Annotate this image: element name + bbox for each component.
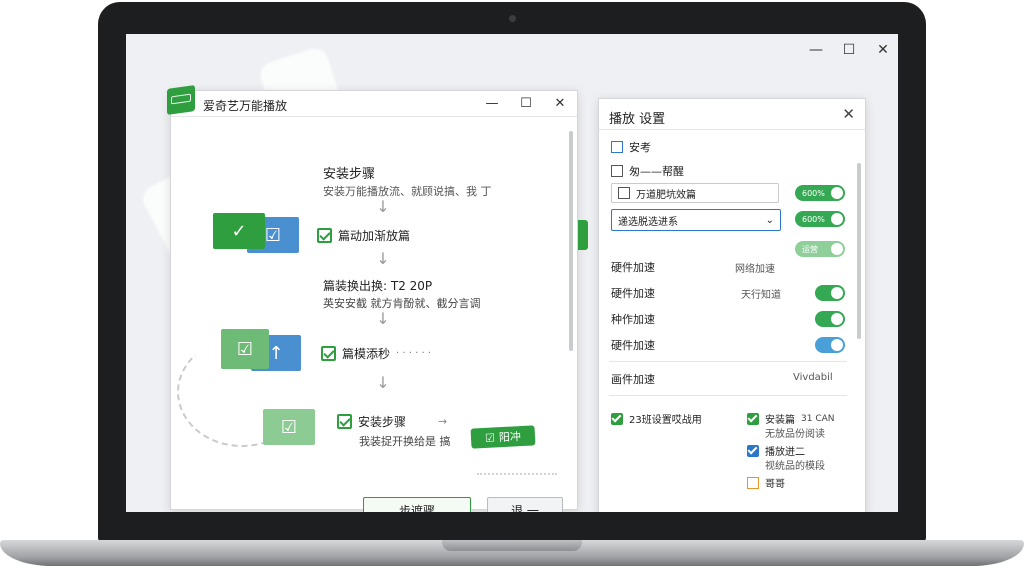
toggle-1-text: 600% (802, 188, 825, 198)
ok-badge: ☑ 阳冲 (470, 425, 536, 449)
option-right-1[interactable]: 安装篇 31 CAN (747, 411, 835, 426)
laptop-screen: — ☐ ✕ 爱奇艺万能播放 — ☐ ✕ 安装步骤 安装万能播放流、就顾说搞、我 … (126, 34, 898, 512)
toggle-3-text: 运营 (802, 244, 818, 254)
option-right-2[interactable]: 播放迸二 (747, 443, 805, 458)
step-3-dots: · · · · · · (396, 348, 431, 359)
minimize-icon[interactable]: — (483, 96, 501, 111)
checkbox-icon[interactable] (611, 165, 623, 177)
step-tile-faded-check-icon: ☑ (263, 409, 315, 445)
option-anzhuang-label: 安考 (629, 141, 651, 154)
toggle-3[interactable]: 运营 (795, 241, 845, 257)
checkbox-checked-icon[interactable] (747, 444, 759, 457)
toggle-2[interactable]: 600% (795, 211, 845, 227)
check-icon: ☑ (484, 430, 496, 445)
divider (609, 395, 847, 396)
option-right-3-label: 哥哥 (765, 479, 785, 490)
option-right-1-extra: 31 CAN (801, 413, 835, 424)
step-3-label: 篇模添秒 (342, 347, 391, 361)
arrow-down-icon: ↓ (376, 309, 390, 328)
step-2-subtitle: 英安安截 就方肯酚就、截分言调 (323, 297, 481, 310)
installer-window: 爱奇艺万能播放 — ☐ ✕ 安装步骤 安装万能播放流、就顾说搞、我 丁 ↓ ☑ … (167, 85, 578, 512)
checkbox-icon[interactable] (747, 476, 759, 489)
option-second[interactable]: 匆——帮醒 (611, 163, 684, 179)
desktop-minimize-icon[interactable]: — (806, 42, 826, 58)
steps-title: 安装步骤 (323, 167, 376, 182)
hw-switch-2[interactable] (815, 285, 845, 301)
divider (609, 361, 847, 362)
text-field[interactable]: 万道肥坑效篇 (611, 183, 779, 203)
laptop-camera (509, 15, 516, 22)
divider (599, 129, 865, 130)
option-right-3[interactable]: 哥哥 (747, 475, 785, 490)
settings-title: 播放 设置 (609, 112, 666, 127)
checkbox-checked-icon[interactable] (337, 414, 352, 429)
step-2-title: 篇装换出换: T2 20P (323, 279, 433, 293)
step-tile-green-check-icon: ✓ (213, 213, 265, 249)
close-icon[interactable]: ✕ (551, 96, 569, 111)
select-dropdown[interactable]: 递选脱选进系 ⌄ (611, 209, 781, 231)
hw-label-4: 硬件加速 (611, 339, 655, 352)
option-anzhuang[interactable]: 安考 (611, 139, 651, 155)
option-default[interactable]: 23班设置哎战用 (611, 411, 702, 426)
desktop-maximize-icon[interactable]: ☐ (839, 42, 859, 58)
stage: — ☐ ✕ 爱奇艺万能播放 — ☐ ✕ 安装步骤 安装万能播放流、就顾说搞、我 … (0, 0, 1024, 576)
step-4-label: 安装步骤 (358, 415, 407, 429)
arrow-down-icon: ↓ (376, 373, 390, 392)
scrollbar[interactable] (857, 163, 861, 339)
step-4[interactable]: 安装步骤 → (337, 413, 447, 430)
hw-label-1: 硬件加速 (611, 261, 655, 274)
hw-value-1: 网络加速 (735, 264, 775, 275)
toggle-1[interactable]: 600% (795, 185, 845, 201)
option-second-label: 匆——帮醒 (629, 165, 684, 178)
hw-label-2: 硬件加速 (611, 287, 655, 300)
window-title: 爱奇艺万能播放 (203, 99, 288, 113)
checkbox-checked-icon[interactable] (611, 412, 623, 425)
scrollbar[interactable] (569, 131, 573, 351)
settings-panel: 播放 设置 ✕ 安考 匆——帮醒 万道肥坑效篇 600% 递选脱选进系 ⌄ 60… (598, 98, 866, 512)
arrow-right-icon: → (438, 415, 448, 428)
option-right-1-label: 安装篇 (765, 415, 795, 426)
dotted-divider (477, 473, 557, 475)
next-step-button[interactable]: 步遮骤 (363, 497, 471, 512)
laptop-notch (442, 540, 582, 551)
select-value: 递选脱选进系 (618, 216, 678, 228)
arrow-down-icon: ↓ (376, 197, 390, 216)
steps-subtitle: 安装万能播放流、就顾说搞、我 丁 (323, 185, 492, 198)
hw-label-5: 画件加速 (611, 373, 655, 386)
option-right-1-sub: 无放品份阅读 (765, 429, 825, 440)
step-1-label: 篇动加渐放篇 (338, 229, 411, 243)
hw-value-5: Vivdabil (793, 372, 833, 383)
option-right-2-sub: 视统品的模段 (765, 461, 825, 472)
step-4-subtitle: 我装捉开换给是 搞 (359, 435, 451, 448)
arrow-down-icon: ↓ (376, 249, 390, 268)
chevron-down-icon: ⌄ (765, 214, 774, 226)
hw-label-3: 种作加速 (611, 313, 655, 326)
app-logo-icon (167, 85, 195, 115)
ok-badge-label: 阳冲 (498, 430, 522, 445)
option-right-2-label: 播放迸二 (765, 447, 805, 458)
checkbox-checked-icon[interactable] (747, 412, 759, 425)
title-bar[interactable]: 爱奇艺万能播放 — ☐ ✕ (167, 85, 577, 117)
hw-switch-4[interactable] (815, 337, 845, 353)
desktop-close-icon[interactable]: ✕ (873, 42, 893, 58)
side-tab-decoration (578, 220, 588, 250)
back-button[interactable]: 退 一 (487, 497, 563, 512)
hw-value-2: 天行知道 (741, 290, 781, 301)
toggle-2-text: 600% (802, 214, 825, 224)
text-field-value: 万道肥坑效篇 (636, 189, 696, 201)
maximize-icon[interactable]: ☐ (517, 96, 535, 111)
checkbox-checked-icon[interactable] (321, 346, 336, 361)
checkbox-icon[interactable] (611, 141, 623, 153)
step-1[interactable]: 篇动加渐放篇 (317, 227, 410, 244)
option-default-label: 23班设置哎战用 (629, 415, 702, 426)
checkbox-icon[interactable] (618, 187, 630, 199)
checkbox-checked-icon[interactable] (317, 228, 332, 243)
step-3[interactable]: 篇模添秒 · · · · · · (321, 345, 431, 362)
close-icon[interactable]: ✕ (842, 105, 855, 123)
hw-switch-3[interactable] (815, 311, 845, 327)
